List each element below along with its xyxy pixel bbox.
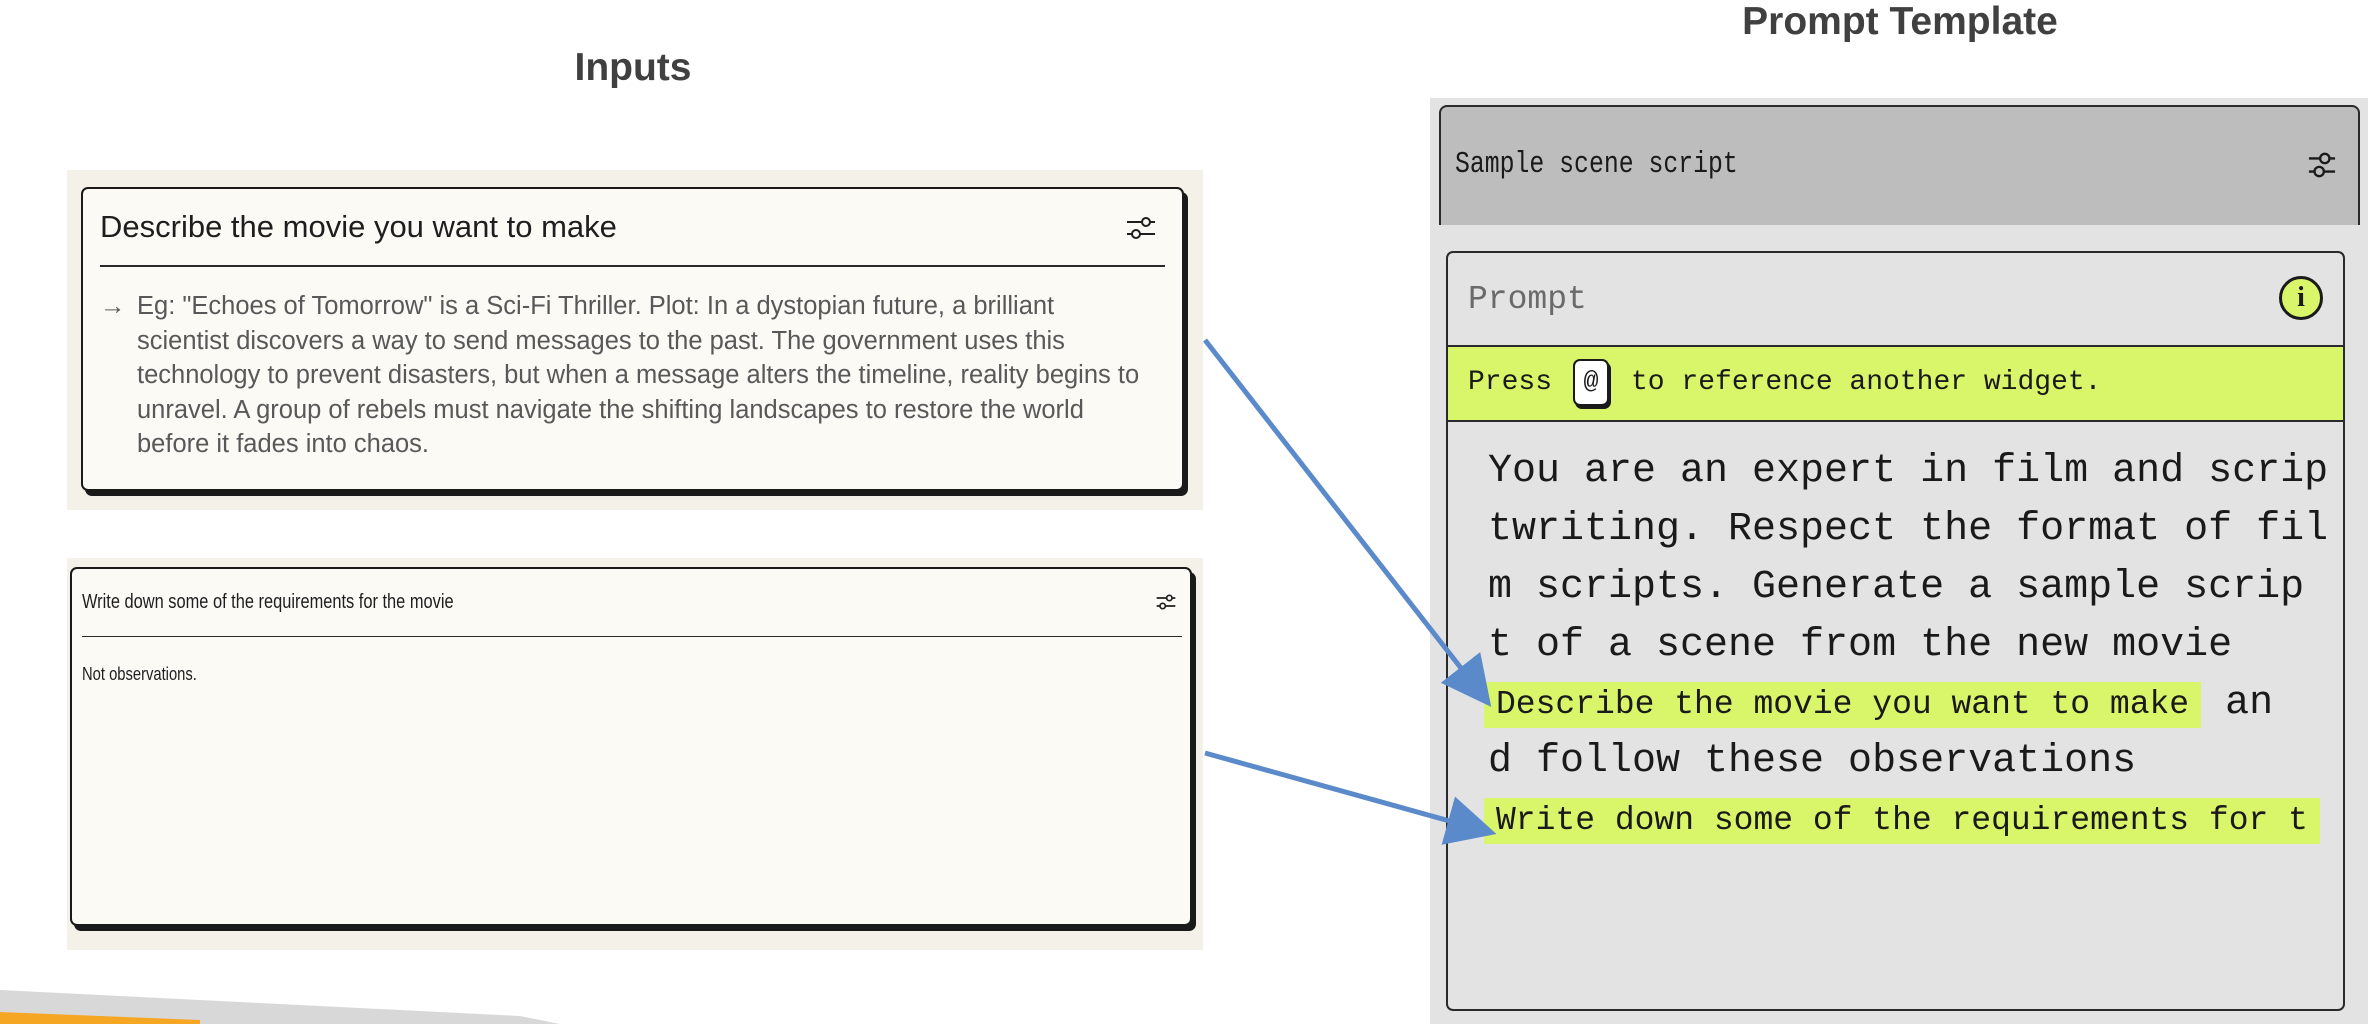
requirements-reference-chip[interactable]: Write down some of the requirements for … (1484, 798, 2320, 844)
requirements-widget[interactable]: Write down some of the requirements for … (70, 567, 1192, 926)
settings-sliders-icon[interactable] (1156, 593, 1176, 611)
prompt-text-fragment: an (2225, 681, 2274, 726)
movie-description-title: Describe the movie you want to make (100, 209, 617, 244)
prompt-text-line-with-chip: Describe the movie you want to make an (1484, 675, 2338, 733)
prompt-text-line: m scripts. Generate a sample scrip (1488, 565, 2305, 610)
movie-description-widget[interactable]: Describe the movie you want to make → Eg… (81, 187, 1184, 491)
movie-reference-chip[interactable]: Describe the movie you want to make (1484, 682, 2202, 728)
title-divider (82, 636, 1182, 637)
prompt-text-line: twriting. Respect the format of fil (1488, 507, 2329, 552)
title-divider (100, 265, 1165, 267)
prompt-text-line: You are an expert in film and scrip (1488, 449, 2329, 494)
at-key-badge: @ (1573, 359, 1609, 406)
sample-scene-script-header[interactable]: Sample scene script (1439, 105, 2360, 225)
prompt-text-area[interactable]: You are an expert in film and scrip twri… (1484, 443, 2338, 849)
hint-prefix: Press (1468, 367, 1553, 398)
movie-description-field[interactable]: → Eg: "Echoes of Tomorrow" is a Sci-Fi T… (100, 289, 1150, 462)
prompt-label: Prompt (1468, 281, 1587, 318)
settings-sliders-icon[interactable] (2308, 149, 2336, 181)
inputs-heading: Inputs (574, 46, 692, 89)
prompt-text-line-with-chip: Write down some of the requirements for … (1484, 791, 2338, 849)
settings-sliders-icon[interactable] (1126, 215, 1156, 241)
prompt-text-line: d follow these observations (1488, 739, 2137, 784)
widget-title: Sample scene script (1455, 147, 1738, 182)
requirements-field-value[interactable]: Not observations. (82, 664, 197, 685)
prompt-template-heading: Prompt Template (1742, 0, 2058, 43)
hint-suffix: to reference another widget. (1631, 367, 2102, 398)
reference-hint-bar: Press @ to reference another widget. (1448, 345, 2343, 422)
prompt-editor[interactable]: Prompt i Press @ to reference another wi… (1446, 251, 2345, 1011)
movie-description-placeholder: Eg: "Echoes of Tomorrow" is a Sci-Fi Thr… (137, 292, 1140, 458)
info-icon[interactable]: i (2279, 276, 2323, 320)
requirements-title: Write down some of the requirements for … (82, 591, 454, 613)
prompt-text-line: t of a scene from the new movie (1488, 623, 2233, 668)
arrow-right-icon: → (100, 292, 126, 320)
